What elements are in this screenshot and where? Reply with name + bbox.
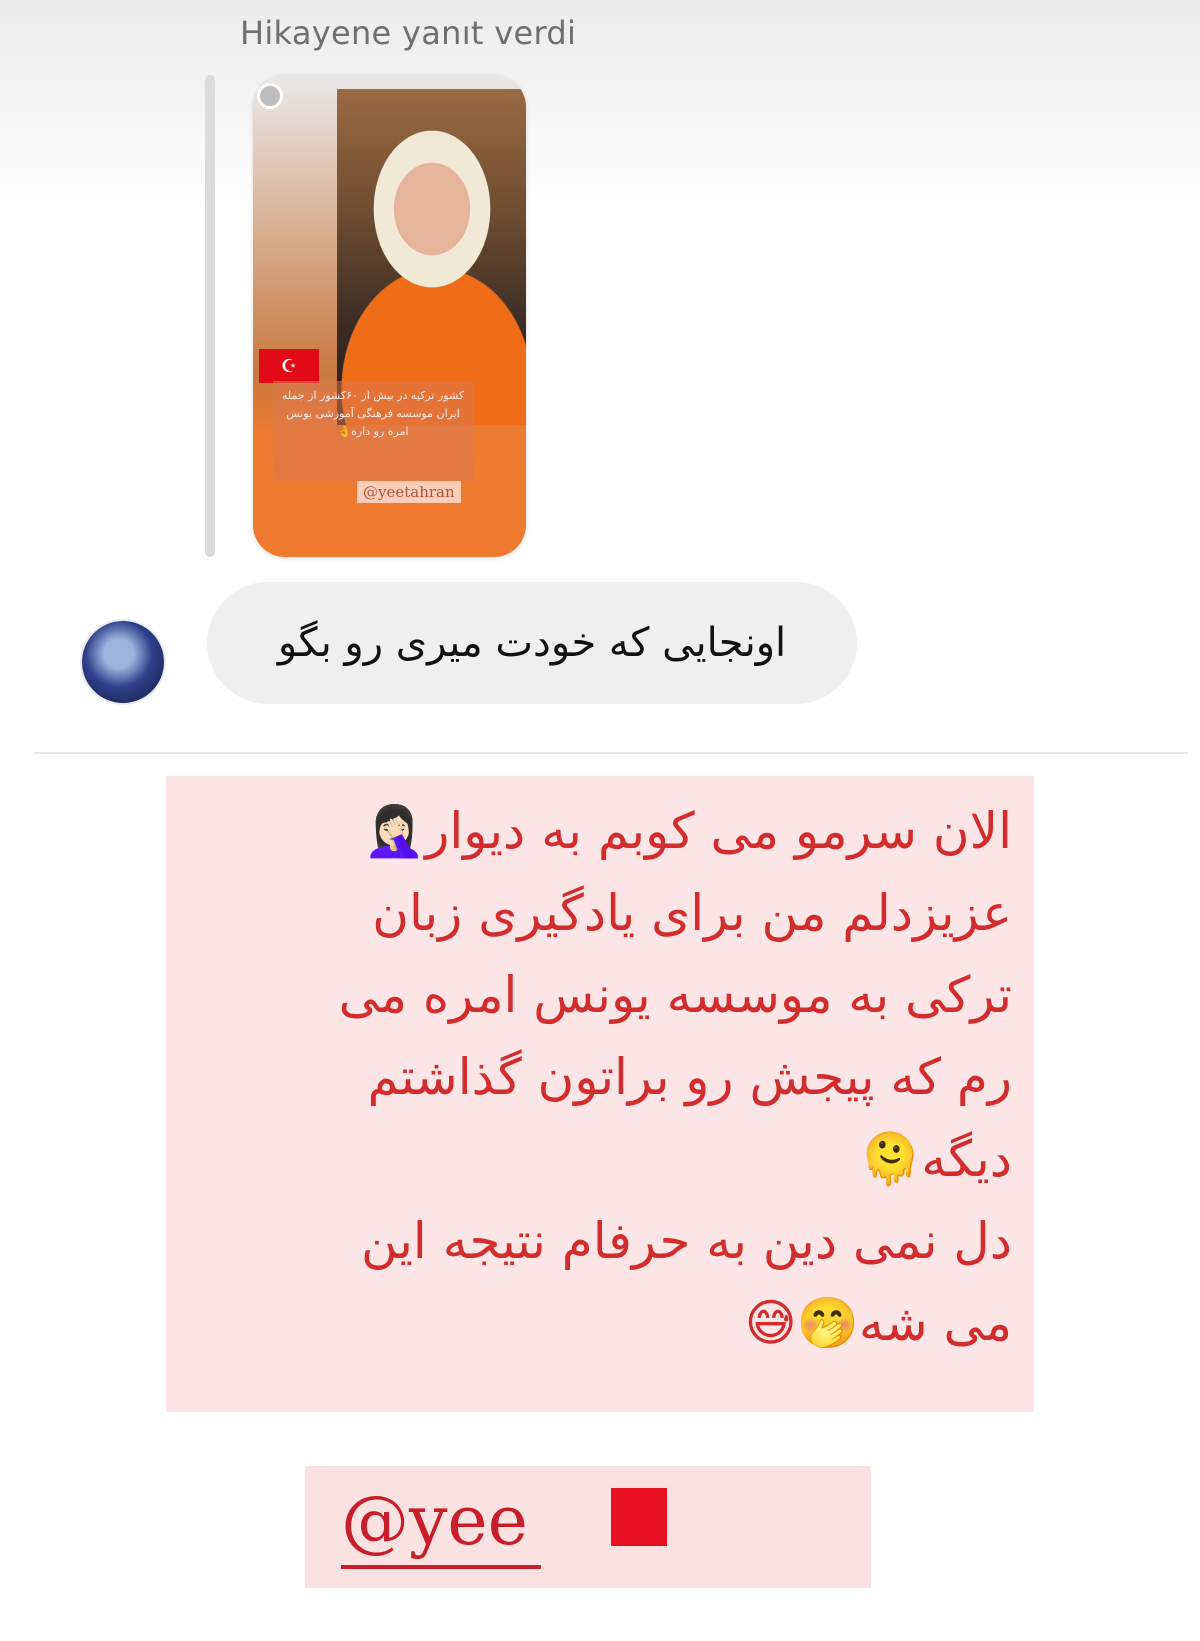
caption-line: ترکی به موسسه یونس امره می <box>338 966 1012 1024</box>
caption-text-block: الان سرمو می کوبم به دیوار🤦🏻‍♀️ عزیزدلم … <box>190 790 1012 1364</box>
handle-underline <box>341 1565 541 1569</box>
section-divider <box>34 752 1188 754</box>
caption-line: الان سرمو می کوبم به دیوار🤦🏻‍♀️ <box>363 802 1012 860</box>
story-preview-card[interactable]: ☪ کشور ترکیه در بیش از ۶۰کشور از جمله ای… <box>253 75 526 557</box>
story-reply-label: Hikayene yanıt verdi <box>240 14 577 52</box>
story-overlay-text: کشور ترکیه در بیش از ۶۰کشور از جمله ایرا… <box>273 381 473 481</box>
caption-line: دل نمی دین به حرفام نتیجه این <box>360 1212 1012 1270</box>
message-text: اونجایی که خودت میری رو بگو <box>277 620 787 666</box>
reply-indicator-line <box>205 75 215 557</box>
story-sticker-icon <box>257 83 283 109</box>
flag-symbol: ☪ <box>280 355 298 377</box>
turkey-flag-icon: ☪ <box>259 349 319 383</box>
caption-line: عزیزدلم من برای یادگیری زبان <box>372 884 1012 942</box>
caption-line: رم که پیجش رو براتون گذاشتم <box>367 1048 1012 1106</box>
sender-avatar[interactable] <box>82 621 164 703</box>
caption-line: دیگه🫠 <box>859 1130 1012 1188</box>
handle-text: @yee <box>341 1482 528 1561</box>
story-photo <box>337 89 526 425</box>
message-bubble[interactable]: اونجایی که خودت میری رو بگو <box>207 582 857 704</box>
header-background <box>0 0 1200 210</box>
caption-line: می شه🤭😅 <box>744 1294 1012 1352</box>
redaction-square <box>611 1488 667 1546</box>
handle-watermark: @yee <box>305 1466 871 1588</box>
story-mention-tag[interactable]: @yeetahran <box>357 481 461 503</box>
